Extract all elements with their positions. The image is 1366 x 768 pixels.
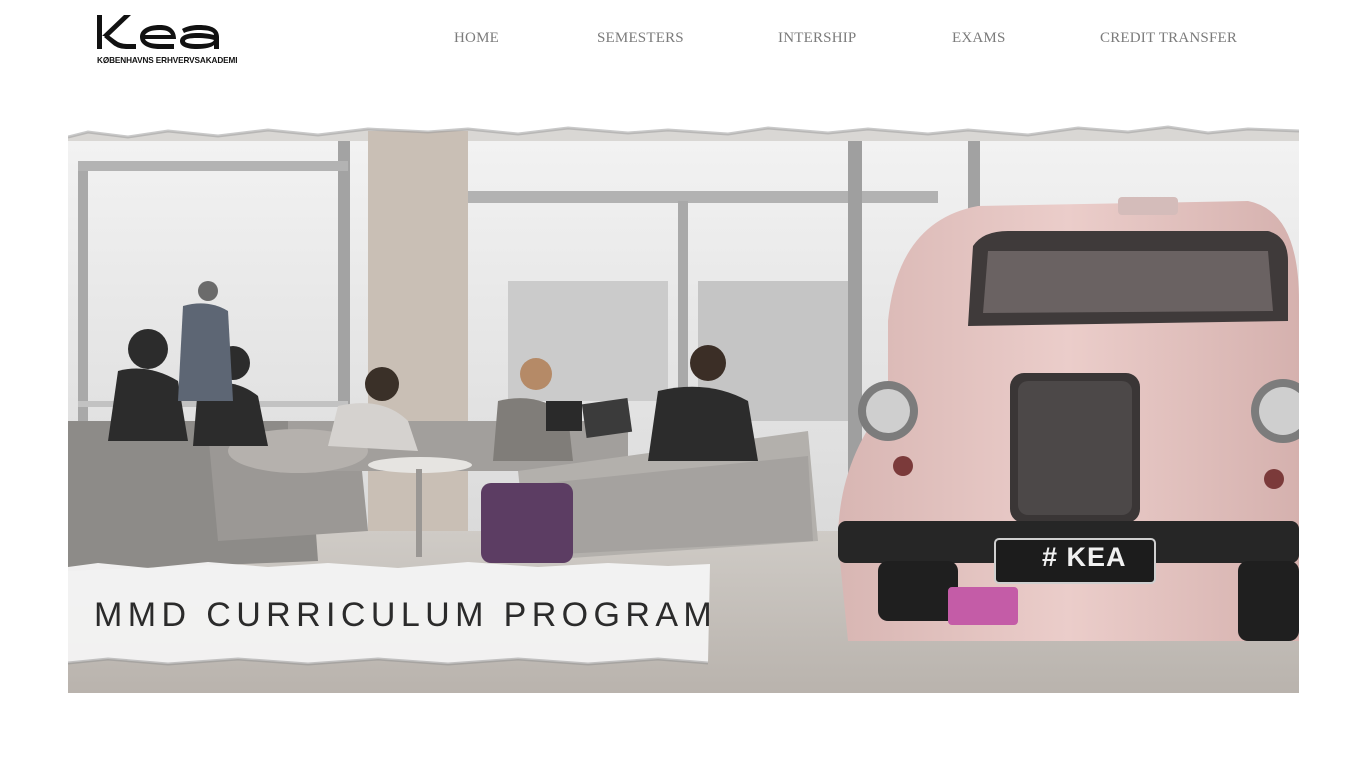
nav-item-home[interactable]: HOME xyxy=(454,30,499,47)
nav-item-credit-transfer[interactable]: CREDIT TRANSFER xyxy=(1100,30,1237,47)
pink-taxi xyxy=(838,197,1299,641)
curriculum-banner: MMD CURRICULUM PROGRAM xyxy=(68,567,712,663)
nav-item-semesters[interactable]: SEMESTERS xyxy=(597,30,684,47)
logo-subtitle: KØBENHAVNS ERHVERVSAKADEMI xyxy=(97,56,238,65)
nav-item-internship[interactable]: INTERSHIP xyxy=(778,30,856,47)
page: KØBENHAVNS ERHVERVSAKADEMI HOME SEMESTER… xyxy=(0,0,1366,768)
nav-item-exams[interactable]: EXAMS xyxy=(952,30,1006,47)
hero-image: MMD CURRICULUM PROGRAM # KEA xyxy=(68,101,1299,693)
banner-title: MMD CURRICULUM PROGRAM xyxy=(94,596,718,634)
main-navigation: HOME SEMESTERS INTERSHIP EXAMS CREDIT TR… xyxy=(0,30,1366,54)
license-plate-text: # KEA xyxy=(1042,542,1127,572)
